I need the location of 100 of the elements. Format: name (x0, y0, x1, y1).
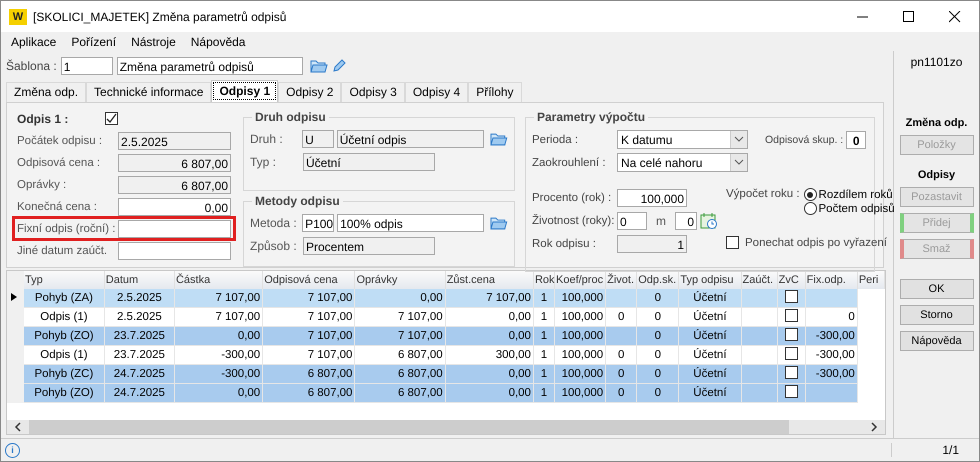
input-field[interactable]: 100% odpis (337, 214, 484, 232)
table-cell: 1 (533, 308, 554, 326)
table-cell: 0 (606, 384, 637, 402)
close-icon[interactable] (949, 10, 961, 22)
input-field[interactable] (118, 220, 231, 238)
field-label: Jiné datum zaúčt. (17, 244, 108, 256)
checkbox[interactable] (784, 328, 798, 341)
table-cell: 0 (636, 308, 679, 326)
column-header[interactable]: Zůst.cena (445, 271, 534, 289)
input-field[interactable]: 1 (617, 234, 687, 252)
chevron-down-icon[interactable] (730, 131, 747, 148)
column-header[interactable]: Koef/proc (554, 271, 606, 289)
menu-item[interactable]: Aplikace (11, 34, 56, 48)
menu-item[interactable]: Nástroje (131, 34, 176, 48)
input-field[interactable] (118, 242, 231, 260)
input-field[interactable]: U (302, 130, 334, 148)
column-header[interactable]: Datum (104, 271, 174, 289)
app-logo-icon: W (9, 8, 27, 24)
field-label: Druh : (250, 132, 284, 146)
dropdown[interactable]: K datumu (617, 130, 748, 149)
side-button[interactable]: Nápověda (900, 331, 974, 351)
input-field[interactable]: 0 (617, 212, 647, 230)
column-header[interactable]: Peri (857, 271, 884, 289)
group-title: Parametry výpočtu (534, 110, 648, 124)
input-field[interactable]: 0 (675, 212, 697, 230)
tab[interactable]: Přílohy (468, 82, 522, 102)
field-label: Zaokrouhlení : (532, 156, 607, 168)
tab[interactable]: Odpisy 1 (211, 80, 278, 102)
input-field[interactable]: Procentem (303, 237, 435, 256)
column-header[interactable]: Zaúčt. (741, 271, 778, 289)
checkbox[interactable] (784, 347, 798, 360)
checkbox-option[interactable]: Ponechat odpis po vyřazení (726, 236, 895, 249)
table-cell: -300,00 (805, 326, 858, 346)
template-name-field[interactable]: Změna parametrů odpisů (116, 56, 303, 74)
table-cell: 0 (636, 384, 679, 402)
column-header[interactable]: ZvC (777, 271, 806, 289)
radio-option[interactable]: Rozdílem roků (804, 188, 895, 201)
maximize-icon[interactable] (903, 10, 915, 22)
input-field[interactable]: 6 807,00 (118, 176, 231, 194)
checkbox[interactable] (784, 290, 798, 303)
input-field[interactable]: P100 (302, 214, 334, 232)
menu-item[interactable]: Pořízení (71, 34, 116, 48)
field-label: Odpisová cena : (17, 156, 102, 168)
group-title: Druh odpisu (252, 110, 329, 124)
tab[interactable]: Změna odp. (6, 82, 86, 102)
scroll-left-icon[interactable] (13, 422, 23, 432)
section-title: Změna odp. (906, 117, 968, 129)
dropdown[interactable]: Na celé nahoru (617, 153, 748, 172)
column-header[interactable]: Život. (606, 271, 637, 289)
table-cell: 0 (636, 346, 679, 364)
field-label: Procento (rok) : (532, 192, 612, 204)
field-label: Životnost (roky): (532, 214, 614, 226)
column-header[interactable]: Typ odpisu (678, 271, 741, 289)
table-cell: 100,000 (554, 289, 606, 308)
table-cell: 7 107,00 (262, 289, 355, 308)
column-header[interactable]: Oprávky (354, 271, 446, 289)
horizontal-scrollbar[interactable] (7, 420, 885, 434)
menu-item[interactable]: Nápověda (190, 34, 246, 48)
column-header[interactable]: Odpisová cena (262, 271, 355, 289)
column-header[interactable]: Odp.sk. (636, 271, 679, 289)
calendar-clock-icon[interactable] (700, 212, 718, 230)
tab[interactable]: Odpisy 3 (341, 82, 405, 102)
folder-icon[interactable] (310, 58, 328, 74)
column-header[interactable]: Typ (24, 271, 104, 289)
table-cell: 1 (533, 289, 554, 308)
checkbox[interactable] (784, 366, 798, 379)
tab[interactable]: Odpisy 2 (278, 82, 342, 102)
column-header[interactable]: Částka (174, 271, 263, 289)
table-cell: 6 807,00 (262, 364, 355, 384)
table-cell: 6 807,00 (354, 364, 446, 384)
tab[interactable]: Technické informace (86, 82, 212, 102)
template-code-field[interactable]: 1 (60, 56, 113, 74)
input-field[interactable]: 0,00 (118, 198, 231, 216)
table-cell: 0 (636, 364, 679, 384)
field-label: Konečná cena : (17, 200, 98, 212)
checkbox[interactable] (784, 385, 798, 398)
input-field[interactable]: Účetní (303, 153, 435, 171)
table-cell: 100,000 (554, 326, 606, 346)
side-button[interactable]: OK (900, 279, 974, 299)
radio-option[interactable]: Počtem odpisů (804, 202, 895, 215)
input-field[interactable]: 100,000 (617, 188, 687, 206)
checkbox[interactable] (105, 112, 118, 125)
column-header[interactable]: Fix.odp. (805, 271, 858, 289)
scroll-right-icon[interactable] (869, 422, 879, 432)
column-header[interactable]: Rok (533, 271, 554, 289)
info-icon[interactable]: i (5, 442, 20, 458)
pencil-icon[interactable] (332, 58, 346, 72)
table-cell: Účetní (678, 308, 741, 326)
table-cell: 0 (606, 308, 637, 326)
input-field[interactable]: 0 (846, 130, 866, 148)
chevron-down-icon[interactable] (730, 154, 747, 171)
checkbox[interactable] (784, 309, 798, 322)
input-field[interactable]: Účetní odpis (336, 130, 484, 148)
folder-icon[interactable] (490, 215, 508, 232)
table-cell: Účetní (678, 384, 741, 402)
input-field[interactable]: 6 807,00 (118, 154, 231, 172)
side-button[interactable]: Storno (900, 305, 974, 325)
input-field[interactable]: 2.5.2025 (118, 132, 231, 150)
folder-icon[interactable] (490, 131, 508, 147)
tab[interactable]: Odpisy 4 (404, 82, 468, 102)
